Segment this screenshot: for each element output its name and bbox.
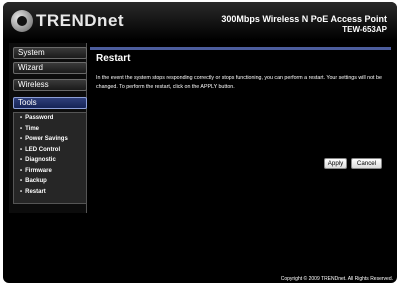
submenu-label: Power Savings xyxy=(25,136,68,142)
submenu-label: Time xyxy=(25,125,40,132)
bullet-icon: • xyxy=(20,115,23,121)
submenu-label: Password xyxy=(25,115,54,121)
footer-copyright: Copyright © 2009 TRENDnet. All Rights Re… xyxy=(280,276,393,282)
trendnet-logo-icon xyxy=(11,10,33,32)
main-panel: Restart In the event the system stops re… xyxy=(90,45,391,274)
submenu-item-password[interactable]: • Password xyxy=(14,113,86,124)
bullet-icon: • xyxy=(20,167,23,174)
submenu-label: Restart xyxy=(25,188,46,195)
cancel-button[interactable]: Cancel xyxy=(351,158,382,169)
submenu-item-firmware[interactable]: • Firmware xyxy=(14,166,86,177)
product-info: 300Mbps Wireless N PoE Access Point TEW-… xyxy=(221,14,387,34)
page-title: Restart xyxy=(96,53,131,64)
bullet-icon: • xyxy=(20,136,23,142)
submenu-item-power-savings[interactable]: • Power Savings xyxy=(14,134,86,145)
product-name: 300Mbps Wireless N PoE Access Point xyxy=(221,14,387,24)
submenu-label: LED Control xyxy=(25,146,61,153)
brand-name: TRENDnet xyxy=(36,11,125,30)
page-description: In the event the system stops responding… xyxy=(96,75,382,90)
submenu-item-backup[interactable]: • Backup xyxy=(14,176,86,187)
header: TRENDnet 300Mbps Wireless N PoE Access P… xyxy=(3,2,397,40)
submenu-label: Firmware xyxy=(25,167,52,174)
bullet-icon: • xyxy=(20,125,23,132)
title-bar xyxy=(90,47,391,67)
submenu-label: Backup xyxy=(25,178,47,184)
bullet-icon: • xyxy=(20,157,23,163)
bullet-icon: • xyxy=(20,178,23,184)
submenu-label: Diagnostic xyxy=(25,157,56,163)
product-model: TEW-653AP xyxy=(342,25,387,34)
submenu-item-led-control[interactable]: • LED Control xyxy=(14,145,86,156)
apply-button[interactable]: Apply xyxy=(324,158,347,169)
bullet-icon: • xyxy=(20,146,23,153)
tools-submenu: • Password • Time • Power Savings • LED Cont… xyxy=(13,112,87,204)
submenu-item-diagnostic[interactable]: • Diagnostic xyxy=(14,155,86,166)
sidebar: System Wizard Wireless Tools • Password •… xyxy=(9,43,87,213)
menu-system[interactable]: System xyxy=(13,47,87,59)
bullet-icon: • xyxy=(20,188,23,195)
submenu-item-time[interactable]: • Time xyxy=(14,124,86,135)
menu-wizard[interactable]: Wizard xyxy=(13,62,87,74)
app-frame: TRENDnet 300Mbps Wireless N PoE Access P… xyxy=(3,2,397,283)
menu-tools[interactable]: Tools xyxy=(13,97,87,109)
submenu-item-restart[interactable]: • Restart xyxy=(14,187,86,198)
brand-logo: TRENDnet xyxy=(11,10,124,32)
menu-wireless[interactable]: Wireless xyxy=(13,79,87,91)
